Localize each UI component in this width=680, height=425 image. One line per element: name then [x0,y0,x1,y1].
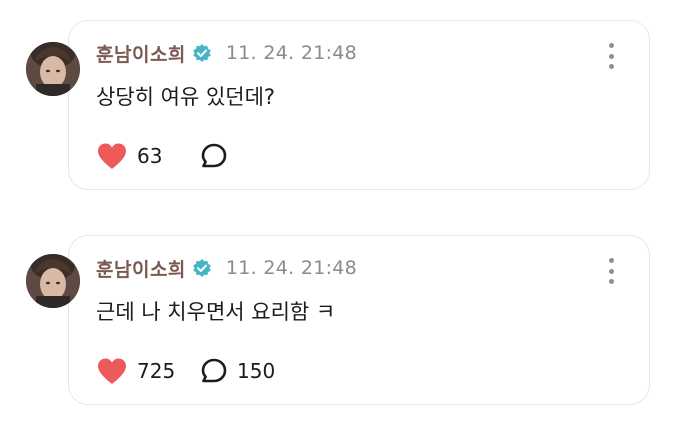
like-button[interactable]: 63 [96,142,200,170]
heart-icon [98,358,126,384]
comment-header: 훈남이소희 11. 24. 21:48 [96,39,357,67]
more-vertical-icon[interactable] [607,258,615,284]
speech-bubble-icon [201,358,227,383]
reply-button[interactable]: 150 [200,357,275,385]
comment-text: 근데 나 치우면서 요리함 ㅋ [96,300,336,324]
heart-icon [98,143,126,169]
comment-text: 상당히 여유 있던데? [96,85,276,109]
reply-button[interactable] [200,142,237,170]
author-name[interactable]: 훈남이소희 [96,40,186,67]
comment-header: 훈남이소희 11. 24. 21:48 [96,254,357,282]
reply-count: 150 [237,359,276,383]
verified-badge-icon [192,43,212,63]
like-button[interactable]: 725 [96,357,200,385]
more-vertical-icon[interactable] [607,43,615,69]
comment-card[interactable]: 훈남이소희 11. 24. 21:48 근데 나 치우면서 요리함 ㅋ 725 [26,235,650,405]
author-name[interactable]: 훈남이소희 [96,255,186,282]
comment-feed: 훈남이소희 11. 24. 21:48 상당히 여유 있던데? 63 훈남이소희… [0,0,680,425]
verified-badge-icon [192,258,212,278]
timestamp: 11. 24. 21:48 [225,42,358,64]
like-count: 63 [137,144,163,168]
comment-actions: 725 150 [96,354,275,388]
speech-bubble-icon [201,143,227,168]
timestamp: 11. 24. 21:48 [225,257,358,279]
avatar[interactable] [26,254,80,308]
like-count: 725 [137,359,176,383]
comment-actions: 63 [96,139,237,173]
comment-card[interactable]: 훈남이소희 11. 24. 21:48 상당히 여유 있던데? 63 [26,20,650,190]
avatar[interactable] [26,42,80,96]
